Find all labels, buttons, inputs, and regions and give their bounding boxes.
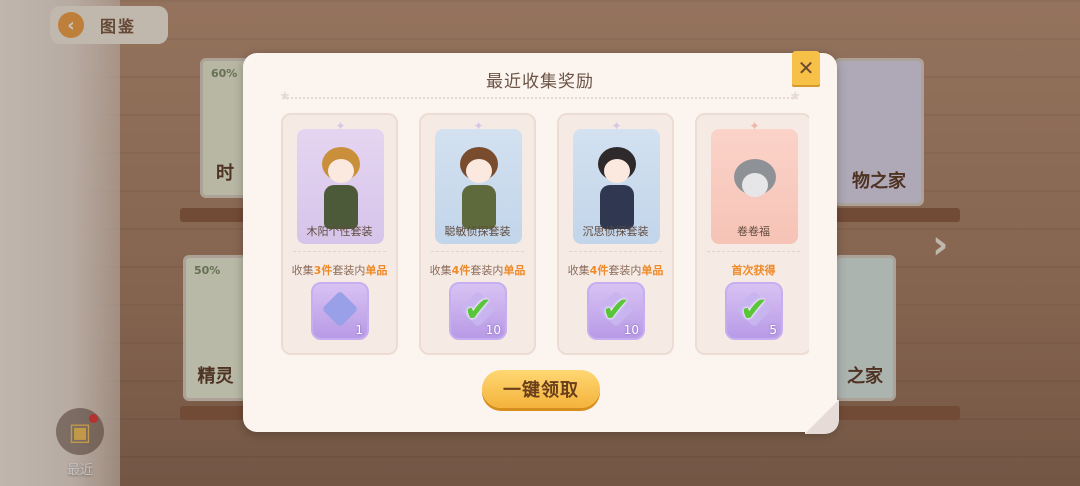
req-prefix: 收集 bbox=[291, 264, 314, 277]
reward-count: 10 bbox=[485, 323, 501, 337]
requirement-text: 收集3件套装内单品 bbox=[283, 262, 396, 278]
page-curl bbox=[805, 400, 839, 434]
character-figure bbox=[459, 147, 498, 229]
reward-count: 10 bbox=[623, 323, 639, 337]
reward-item[interactable]: 1 bbox=[311, 282, 369, 340]
sparkle-icon: ✦ bbox=[335, 119, 346, 133]
card-divider bbox=[293, 251, 386, 252]
reward-item[interactable]: ✔ 5 bbox=[725, 282, 783, 340]
reward-card: ✦ 沉思侦探套装 收集4件套装内单品 ✔ 10 bbox=[557, 113, 674, 355]
reward-card-list[interactable]: ✦ 木阳个性套装 收集3件套装内单品 1 ✦ 聪敏侦探套装 收集4件套装内单品 … bbox=[281, 113, 809, 357]
req-count: 4件 bbox=[451, 264, 471, 277]
dialog-title: 最近收集奖励 bbox=[486, 72, 594, 92]
reward-item[interactable]: ✔ 10 bbox=[449, 282, 507, 340]
character-figure bbox=[597, 147, 636, 229]
req-suffix: 单品 bbox=[503, 264, 526, 277]
sparkle-icon: ✦ bbox=[473, 119, 484, 133]
card-divider bbox=[569, 251, 662, 252]
claim-all-button[interactable]: 一键领取 bbox=[482, 370, 600, 408]
cat-figure bbox=[733, 159, 776, 197]
suit-name: 聪敏侦探套装 bbox=[444, 225, 511, 238]
reward-card: ✦ 木阳个性套装 收集3件套装内单品 1 bbox=[281, 113, 398, 355]
close-icon: ✕ bbox=[797, 56, 815, 80]
reward-card: ✦ 聪敏侦探套装 收集4件套装内单品 ✔ 10 bbox=[419, 113, 536, 355]
suit-name: 沉思侦探套装 bbox=[582, 225, 649, 238]
title-divider bbox=[283, 97, 797, 99]
req-prefix: 收集 bbox=[567, 264, 590, 277]
req-count: 首次获得 bbox=[731, 264, 776, 277]
req-mid: 套装内 bbox=[608, 264, 642, 277]
req-suffix: 单品 bbox=[641, 264, 664, 277]
reward-count: 5 bbox=[769, 323, 777, 337]
sparkle-icon: ✦ bbox=[749, 119, 760, 133]
checkered-ticket-icon bbox=[321, 290, 359, 328]
card-divider bbox=[431, 251, 524, 252]
star-icon: ★ bbox=[789, 89, 801, 104]
reward-card: ✦ 卷卷福 首次获得 ✔ 5 bbox=[695, 113, 809, 355]
requirement-text: 收集4件套装内单品 bbox=[559, 262, 672, 278]
req-count: 3件 bbox=[313, 264, 333, 277]
req-mid: 套装内 bbox=[332, 264, 366, 277]
card-divider bbox=[707, 251, 800, 252]
req-count: 4件 bbox=[589, 264, 609, 277]
sparkle-icon: ✦ bbox=[611, 119, 622, 133]
character-figure bbox=[321, 147, 360, 229]
requirement-text: 首次获得 bbox=[697, 262, 809, 278]
reward-count: 1 bbox=[355, 323, 363, 337]
close-button[interactable]: ✕ bbox=[792, 51, 820, 85]
reward-item[interactable]: ✔ 10 bbox=[587, 282, 645, 340]
requirement-text: 收集4件套装内单品 bbox=[421, 262, 534, 278]
req-mid: 套装内 bbox=[470, 264, 504, 277]
req-prefix: 收集 bbox=[429, 264, 452, 277]
suit-name: 卷卷福 bbox=[737, 225, 770, 238]
recent-rewards-dialog: 最近收集奖励 ★ ★ ✕ ✦ 木阳个性套装 收集3件套装内单品 1 ✦ 聪敏侦探… bbox=[243, 51, 839, 434]
req-suffix: 单品 bbox=[365, 264, 388, 277]
suit-name: 木阳个性套装 bbox=[306, 225, 373, 238]
